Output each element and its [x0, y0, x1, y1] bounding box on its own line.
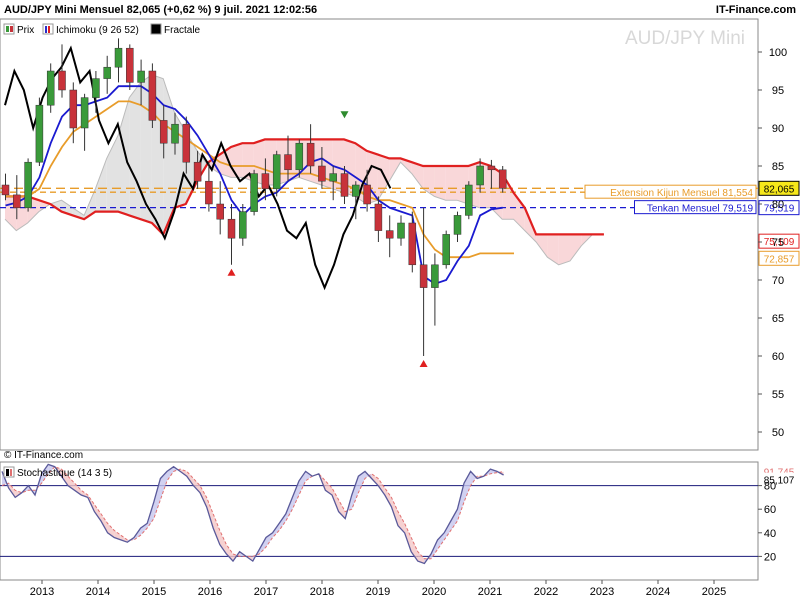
candle-body: [498, 169, 507, 189]
legend-label-stochastic: Stochastique (14 3 5): [17, 468, 112, 479]
candle-body: [476, 165, 484, 186]
candle-body: [363, 184, 371, 205]
candle-body: [227, 218, 236, 239]
candle-body: [137, 70, 145, 83]
y-tick-label: 80: [772, 199, 784, 211]
candle-body: [46, 70, 55, 106]
price-tag-label: 72,857: [764, 254, 795, 265]
price-panel: [0, 18, 759, 451]
legend-item-stochastic[interactable]: Stochastique (14 3 5): [3, 466, 112, 479]
x-tick-label: 2023: [590, 586, 614, 598]
candle-body: [182, 123, 191, 163]
candle-body: [114, 47, 123, 68]
copyright-text: © IT-Finance.com: [4, 450, 83, 461]
x-tick-label: 2013: [30, 586, 54, 598]
chart-canvas: Extension Kijun Mensuel 81,554 Tenkan Men…: [0, 4, 800, 598]
candle-body: [453, 215, 462, 235]
candle-body: [261, 173, 270, 190]
legend-label-fractal: Fractale: [164, 25, 201, 36]
candle-body: [408, 222, 417, 266]
candle-body: [171, 123, 179, 144]
annotation-label: Tenkan Mensuel 79,519: [647, 204, 754, 215]
x-tick-label: 2024: [646, 586, 670, 598]
candle-body: [24, 161, 32, 209]
y-tick-label: 75: [772, 237, 784, 249]
legend-item-fractal[interactable]: Fractale: [150, 23, 201, 36]
y-tick-label: 70: [772, 275, 784, 287]
legend-item-price[interactable]: Prix: [3, 23, 34, 36]
candle-body: [193, 161, 202, 182]
y-tick-label: 60: [772, 351, 784, 363]
candle-body: [103, 66, 111, 79]
cloud-segment: [558, 234, 570, 265]
candle-body: [329, 173, 337, 182]
cloud-segment: [231, 143, 243, 178]
x-tick-label: 2017: [254, 586, 278, 598]
stoch-y-tick-label: 40: [764, 528, 776, 540]
fractal-icon: [150, 23, 162, 35]
candle-body: [250, 173, 258, 212]
candle-body: [35, 104, 44, 163]
y-tick-label: 55: [772, 389, 784, 401]
y-tick-label: 100: [769, 47, 787, 59]
candle-body: [69, 89, 78, 129]
cloud-segment: [445, 166, 457, 201]
chart-title: AUD/JPY Mini Mensuel 82,065 (+0,62 %) 9 …: [4, 4, 317, 16]
candle-body: [340, 173, 349, 197]
y-tick-label: 95: [772, 85, 784, 97]
candle-body: [397, 222, 405, 239]
candle-body: [318, 165, 326, 182]
x-tick-label: 2019: [366, 586, 390, 598]
candle-body: [306, 142, 315, 167]
legend-label-ichimoku: Ichimoku (9 26 52): [56, 25, 139, 36]
candle-body: [13, 194, 21, 209]
cloud-segment: [434, 166, 446, 201]
candle-body: [1, 184, 10, 196]
candle-body: [284, 154, 292, 171]
candle-body: [465, 184, 473, 216]
brand-name[interactable]: IT-Finance.com: [716, 4, 796, 16]
candle-body: [385, 230, 394, 239]
y-tick-label: 90: [772, 123, 784, 135]
candle-body: [205, 180, 213, 205]
candle-body: [148, 70, 157, 121]
candle-body: [419, 264, 428, 288]
candle-body: [431, 264, 439, 288]
candle-body: [239, 211, 247, 239]
candle-body: [487, 165, 496, 171]
stoch-y-tick-label: 20: [764, 551, 776, 563]
candle-body: [272, 154, 281, 190]
y-tick-label: 65: [772, 313, 784, 325]
x-tick-label: 2022: [534, 586, 558, 598]
x-tick-label: 2020: [422, 586, 446, 598]
y-tick-label: 85: [772, 161, 784, 173]
candle-body: [352, 184, 360, 197]
x-tick-label: 2021: [478, 586, 502, 598]
stoch-y-tick-label: 60: [764, 504, 776, 516]
x-tick-label: 2018: [310, 586, 334, 598]
annotation-label: Extension Kijun Mensuel 81,554: [610, 188, 753, 199]
candle-body: [216, 203, 224, 220]
watermark: AUD/JPY Mini: [625, 28, 745, 49]
candle-body: [295, 142, 304, 171]
candle-body: [374, 203, 383, 231]
x-tick-label: 2016: [198, 586, 222, 598]
price-tag-label: 82,065: [764, 184, 795, 195]
candle-body: [92, 78, 100, 98]
candle-body: [80, 97, 89, 129]
legend-item-ichimoku[interactable]: Ichimoku (9 26 52): [42, 23, 139, 36]
candle-body: [442, 234, 450, 266]
candle-body: [159, 120, 168, 144]
candle-body: [58, 70, 66, 91]
x-tick-label: 2014: [86, 586, 110, 598]
candle-body: [126, 47, 134, 83]
x-tick-label: 2025: [702, 586, 726, 598]
stoch-y-tick-label: 80: [764, 481, 776, 493]
legend-label-price: Prix: [17, 25, 34, 36]
x-tick-label: 2015: [142, 586, 166, 598]
y-tick-label: 50: [772, 427, 784, 439]
